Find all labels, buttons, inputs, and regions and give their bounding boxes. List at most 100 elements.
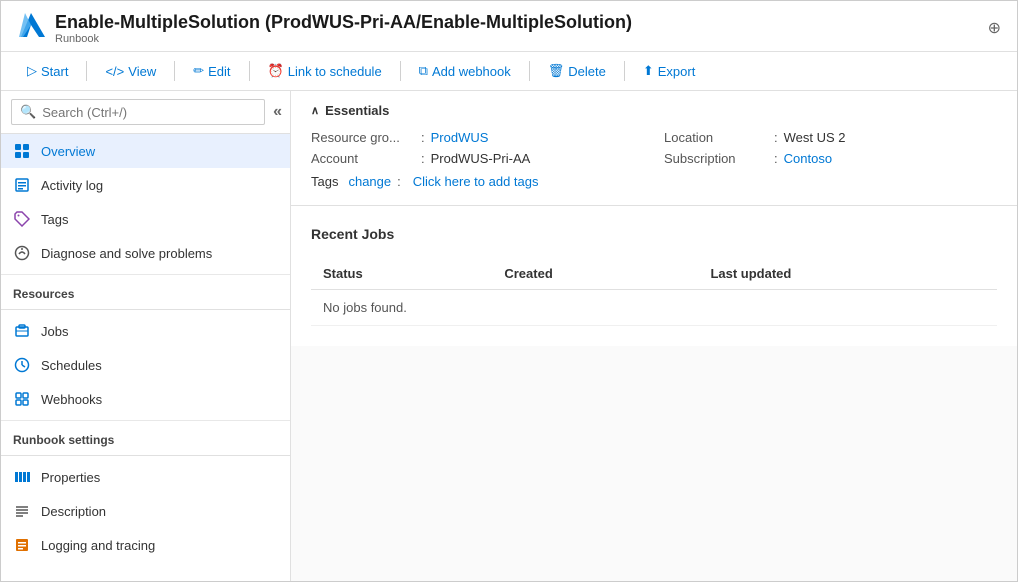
schedule-icon: ⏰	[268, 63, 284, 79]
location-label: Location	[664, 130, 774, 145]
subscription-label: Subscription	[664, 151, 774, 166]
essentials-row-location: Location : West US 2	[664, 130, 997, 145]
essentials-row-account: Account : ProdWUS-Pri-AA	[311, 151, 644, 166]
sidebar-item-properties[interactable]: Properties	[1, 460, 290, 494]
pin-icon[interactable]: ⊕	[988, 18, 1001, 38]
sidebar-item-label: Description	[41, 504, 106, 519]
activity-log-icon	[13, 176, 31, 194]
toolbar-separator-4	[400, 61, 401, 81]
overview-icon	[13, 142, 31, 160]
export-button[interactable]: ⬆ Export	[633, 58, 705, 84]
search-icon: 🔍	[20, 104, 36, 120]
account-value: ProdWUS-Pri-AA	[431, 151, 531, 166]
resource-group-value[interactable]: ProdWUS	[431, 130, 489, 145]
webhooks-icon	[13, 390, 31, 408]
main-area: 🔍 « Overview	[1, 91, 1017, 581]
azure-icon	[17, 11, 45, 45]
sidebar-item-label: Jobs	[41, 324, 68, 339]
sidebar: 🔍 « Overview	[1, 91, 291, 581]
view-icon: </>	[105, 64, 124, 79]
tags-value-link[interactable]: Click here to add tags	[413, 174, 539, 189]
divider-1	[1, 309, 290, 310]
sidebar-item-label: Schedules	[41, 358, 102, 373]
sidebar-item-schedules[interactable]: Schedules	[1, 348, 290, 382]
webhook-icon: ⧉	[419, 63, 428, 79]
diagnose-icon	[13, 244, 31, 262]
edit-button[interactable]: ✏ Edit	[183, 58, 240, 84]
jobs-icon	[13, 322, 31, 340]
sidebar-item-description[interactable]: Description	[1, 494, 290, 528]
tags-label: Tags	[311, 174, 338, 189]
resources-section-label: Resources	[1, 274, 290, 305]
essentials-header: ∧ Essentials	[311, 103, 997, 118]
start-button[interactable]: ▷ Start	[17, 58, 78, 84]
header-text: Enable-MultipleSolution (ProdWUS-Pri-AA/…	[55, 12, 632, 45]
toolbar-separator-2	[174, 61, 175, 81]
search-input[interactable]	[42, 105, 256, 120]
toolbar-separator-3	[249, 61, 250, 81]
description-icon	[13, 502, 31, 520]
no-jobs-row: No jobs found.	[311, 290, 997, 326]
essentials-row-resource-group: Resource gro... : ProdWUS	[311, 130, 644, 145]
resource-group-label: Resource gro...	[311, 130, 421, 145]
essentials-row-subscription: Subscription : Contoso	[664, 151, 997, 166]
divider-2	[1, 455, 290, 456]
toolbar-separator-6	[624, 61, 625, 81]
sidebar-search-row: 🔍 «	[1, 91, 290, 134]
subscription-value[interactable]: Contoso	[784, 151, 832, 166]
essentials-grid: Resource gro... : ProdWUS Location : Wes…	[311, 130, 997, 166]
tags-icon	[13, 210, 31, 228]
sidebar-item-logging[interactable]: Logging and tracing	[1, 528, 290, 562]
account-label: Account	[311, 151, 421, 166]
toolbar-separator-1	[86, 61, 87, 81]
sidebar-item-overview[interactable]: Overview	[1, 134, 290, 168]
sidebar-collapse-button[interactable]: «	[273, 103, 282, 121]
tags-change-link[interactable]: change	[348, 174, 391, 189]
sidebar-item-label: Diagnose and solve problems	[41, 246, 212, 261]
runbook-settings-section-label: Runbook settings	[1, 420, 290, 451]
sidebar-item-label: Tags	[41, 212, 68, 227]
status-column-header: Status	[311, 258, 492, 290]
export-icon: ⬆	[643, 63, 654, 79]
sidebar-item-diagnose[interactable]: Diagnose and solve problems	[1, 236, 290, 270]
sidebar-item-webhooks[interactable]: Webhooks	[1, 382, 290, 416]
sidebar-search-container: 🔍	[11, 99, 265, 125]
logging-icon	[13, 536, 31, 554]
sidebar-item-tags[interactable]: Tags	[1, 202, 290, 236]
app-container: Enable-MultipleSolution (ProdWUS-Pri-AA/…	[0, 0, 1018, 582]
properties-icon	[13, 468, 31, 486]
add-webhook-button[interactable]: ⧉ Add webhook	[409, 58, 521, 84]
essentials-section: ∧ Essentials Resource gro... : ProdWUS L…	[291, 91, 1017, 206]
header: Enable-MultipleSolution (ProdWUS-Pri-AA/…	[1, 1, 1017, 52]
sidebar-item-label: Overview	[41, 144, 95, 159]
last-updated-column-header: Last updated	[698, 258, 997, 290]
created-column-header: Created	[492, 258, 698, 290]
tags-row: Tags change : Click here to add tags	[311, 174, 997, 189]
edit-icon: ✏	[193, 63, 204, 79]
view-button[interactable]: </> View	[95, 59, 166, 84]
no-jobs-text: No jobs found.	[311, 290, 997, 326]
content-pane: ∧ Essentials Resource gro... : ProdWUS L…	[291, 91, 1017, 581]
sidebar-item-label: Activity log	[41, 178, 103, 193]
delete-icon: 🗑	[548, 63, 565, 79]
jobs-table: Status Created Last updated No jobs foun…	[311, 258, 997, 326]
link-to-schedule-button[interactable]: ⏰ Link to schedule	[258, 58, 392, 84]
sidebar-nav: Overview Activity log	[1, 134, 290, 581]
page-title: Enable-MultipleSolution (ProdWUS-Pri-AA/…	[55, 12, 632, 33]
sidebar-item-label: Properties	[41, 470, 100, 485]
delete-button[interactable]: 🗑 Delete	[538, 58, 616, 84]
sidebar-item-label: Webhooks	[41, 392, 102, 407]
sidebar-item-label: Logging and tracing	[41, 538, 155, 553]
sidebar-item-jobs[interactable]: Jobs	[1, 314, 290, 348]
recent-jobs-title: Recent Jobs	[311, 226, 997, 242]
essentials-title: Essentials	[325, 103, 389, 118]
schedules-icon	[13, 356, 31, 374]
page-subtitle: Runbook	[55, 33, 632, 45]
recent-jobs-section: Recent Jobs Status Created Last updated …	[291, 206, 1017, 346]
toolbar-separator-5	[529, 61, 530, 81]
chevron-up-icon: ∧	[311, 104, 319, 117]
sidebar-item-activity-log[interactable]: Activity log	[1, 168, 290, 202]
start-icon: ▷	[27, 63, 37, 79]
location-value: West US 2	[784, 130, 846, 145]
toolbar: ▷ Start </> View ✏ Edit ⏰ Link to schedu…	[1, 52, 1017, 91]
